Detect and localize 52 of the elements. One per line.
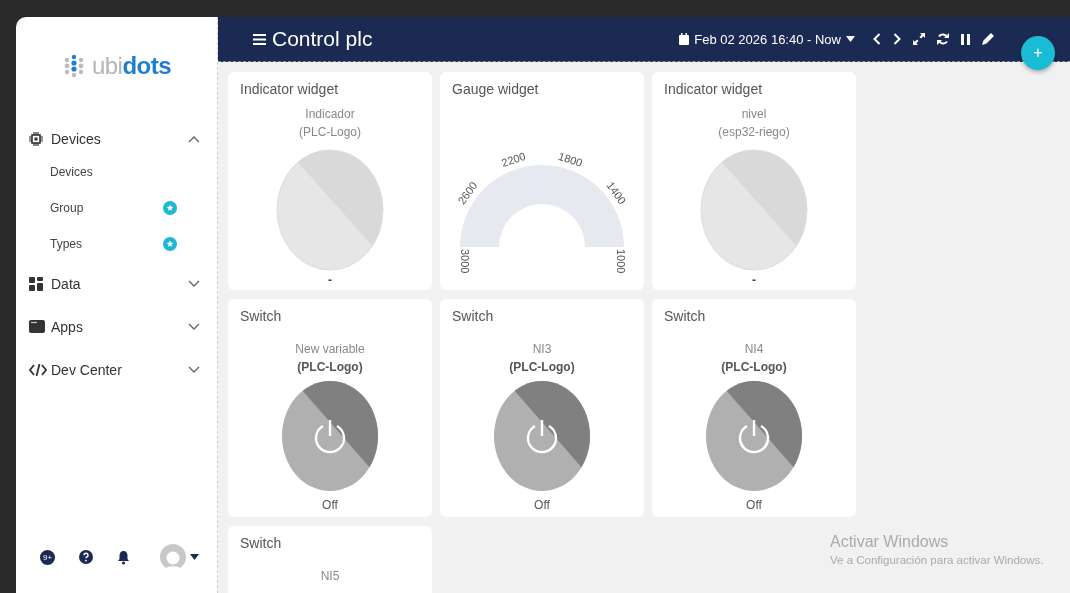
nav-item[interactable]: Data xyxy=(16,262,217,305)
switch-status: Off xyxy=(746,498,762,512)
variable-name: NI5 xyxy=(320,569,340,583)
device-name: (PLC-Logo) xyxy=(299,125,361,139)
bell-icon[interactable] xyxy=(117,549,130,565)
widget-title: Indicator widget xyxy=(240,81,339,97)
nav-subitem[interactable]: Group xyxy=(16,190,217,226)
activation-text: Ve a Configuración para activar Windows. xyxy=(830,554,1044,566)
calendar-icon xyxy=(679,33,690,45)
chip-icon xyxy=(29,131,43,146)
device-name: (PLC-Logo) xyxy=(297,360,363,374)
pause-icon[interactable] xyxy=(961,33,970,45)
nav-item[interactable]: Dev Center xyxy=(16,348,217,391)
expand-icon[interactable] xyxy=(913,33,925,45)
date-range-picker[interactable]: Feb 02 2026 16:40 - Now xyxy=(679,31,855,47)
indicator-value: - xyxy=(328,273,332,287)
variable-name: Indicador xyxy=(305,107,355,121)
variable-name: nivel xyxy=(741,107,767,121)
caret-icon xyxy=(190,554,199,560)
widget-title: Switch xyxy=(240,308,282,324)
widget-title: Gauge widget xyxy=(452,81,539,97)
nav-subitem[interactable]: Types xyxy=(16,226,217,262)
chevron-right-icon[interactable] xyxy=(893,33,901,45)
switch-status: Off xyxy=(322,498,338,512)
dashboard-icon xyxy=(29,276,43,291)
menu-icon[interactable] xyxy=(253,33,266,45)
widget-title: Switch xyxy=(664,308,706,324)
variable-name: New variable xyxy=(295,342,365,356)
device-name: (PLC-Logo) xyxy=(721,360,787,374)
caret-icon xyxy=(846,36,855,42)
code-icon xyxy=(29,362,47,377)
window-icon xyxy=(29,320,45,333)
pencil-icon[interactable] xyxy=(982,33,994,45)
variable-name: NI3 xyxy=(532,342,552,356)
help-icon[interactable] xyxy=(79,550,93,564)
chevron-left-icon[interactable] xyxy=(873,33,881,45)
avatar-icon xyxy=(160,544,186,570)
widget-title: Indicator widget xyxy=(664,81,763,97)
dashboard-title: Control plc xyxy=(272,27,373,51)
indicator-value: - xyxy=(752,273,756,287)
device-name: (esp32-riego) xyxy=(718,125,790,139)
user-menu[interactable] xyxy=(160,544,199,570)
widget-title: Switch xyxy=(452,308,494,324)
refresh-icon[interactable] xyxy=(937,33,949,45)
device-name: (PLC-Logo) xyxy=(509,360,575,374)
variable-name: NI4 xyxy=(744,342,764,356)
switch-status: Off xyxy=(534,498,550,512)
widget-title: Switch xyxy=(240,535,282,551)
activation-title: Activar Windows xyxy=(830,533,950,551)
notification-count[interactable]: 9+ xyxy=(40,549,55,565)
nav-item[interactable]: Apps xyxy=(16,305,217,348)
ubidots-logo[interactable]: ubidots xyxy=(16,53,217,79)
